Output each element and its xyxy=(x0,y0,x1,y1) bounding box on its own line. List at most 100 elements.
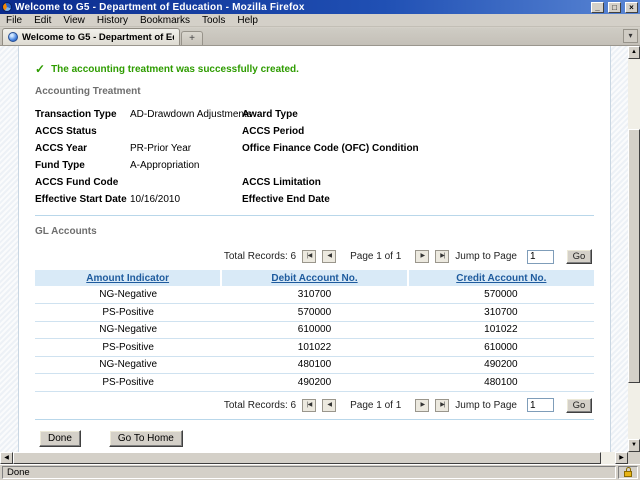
go-button[interactable]: Go xyxy=(566,398,592,413)
restore-button[interactable]: □ xyxy=(608,2,621,13)
vertical-scrollbar-thumb[interactable] xyxy=(628,129,640,383)
first-page-button[interactable]: |◀ xyxy=(302,399,316,412)
total-records-label: Total Records: 6 xyxy=(224,400,296,411)
last-page-button[interactable]: ▶| xyxy=(435,399,449,412)
section-title-gl-accounts: GL Accounts xyxy=(35,226,594,237)
field-value xyxy=(460,177,594,188)
field-label: ACCS Period xyxy=(242,126,460,137)
vertical-scrollbar[interactable]: ▲ ▼ xyxy=(628,46,640,452)
horizontal-scrollbar[interactable]: ◀ ▶ xyxy=(0,452,628,464)
field-value xyxy=(460,160,594,171)
menu-file[interactable]: File xyxy=(0,14,28,27)
cell-amount-indicator: PS-Positive xyxy=(35,374,221,392)
window-title: Welcome to G5 - Department of Education … xyxy=(15,2,587,13)
pagination-bottom: Total Records: 6 |◀ ◀ Page 1 of 1 ▶ ▶| J… xyxy=(35,398,592,413)
field-value: AD-Drawdown Adjustments xyxy=(130,109,242,120)
window-titlebar: Welcome to G5 - Department of Education … xyxy=(0,0,640,14)
field-value xyxy=(460,143,594,154)
column-header-credit-account[interactable]: Credit Account No. xyxy=(408,270,594,286)
tab-favicon-icon xyxy=(8,32,18,42)
field-label: ACCS Status xyxy=(35,126,130,137)
tab-active[interactable]: Welcome to G5 - Department of Edu... xyxy=(2,28,180,45)
secure-lock-icon xyxy=(618,466,638,479)
next-page-button[interactable]: ▶ xyxy=(415,250,429,263)
field-label: Effective Start Date xyxy=(35,194,130,205)
menu-view[interactable]: View xyxy=(57,14,91,27)
field-value xyxy=(130,126,242,137)
menu-bookmarks[interactable]: Bookmarks xyxy=(134,14,196,27)
success-text: The accounting treatment was successfull… xyxy=(51,64,299,75)
cell-credit-account: 480100 xyxy=(408,374,594,392)
firefox-icon xyxy=(2,2,12,12)
cell-debit-account: 310700 xyxy=(221,286,407,304)
field-value: PR-Prior Year xyxy=(130,143,242,154)
cell-credit-account: 570000 xyxy=(408,286,594,304)
menu-history[interactable]: History xyxy=(91,14,134,27)
gl-accounts-table: Amount Indicator Debit Account No. Credi… xyxy=(35,270,594,392)
table-row: PS-Positive 101022 610000 xyxy=(35,339,594,357)
menu-bar: File Edit View History Bookmarks Tools H… xyxy=(0,14,640,27)
status-text: Done xyxy=(2,466,616,479)
field-label: Office Finance Code (OFC) Condition xyxy=(242,143,460,154)
accounting-treatment-fields: Transaction Type AD-Drawdown Adjustments… xyxy=(35,109,594,205)
done-button[interactable]: Done xyxy=(39,430,81,447)
jump-to-page-input[interactable] xyxy=(527,398,554,412)
cell-amount-indicator: PS-Positive xyxy=(35,339,221,357)
jump-to-page-label: Jump to Page xyxy=(455,251,517,262)
field-label xyxy=(242,160,460,171)
tab-bar: Welcome to G5 - Department of Edu... + ▾ xyxy=(0,28,640,46)
field-value: 10/16/2010 xyxy=(130,194,242,205)
go-to-home-button[interactable]: Go To Home xyxy=(109,430,183,447)
check-icon: ✓ xyxy=(35,62,45,76)
field-value xyxy=(460,194,594,205)
table-row: NG-Negative 310700 570000 xyxy=(35,286,594,304)
page-count-label: Page 1 of 1 xyxy=(350,251,401,262)
page-count-label: Page 1 of 1 xyxy=(350,400,401,411)
page-viewport: ✓ The accounting treatment was successfu… xyxy=(0,46,628,452)
cell-credit-account: 310700 xyxy=(408,304,594,322)
field-value xyxy=(460,126,594,137)
scroll-left-icon[interactable]: ◀ xyxy=(0,452,13,464)
scroll-right-icon[interactable]: ▶ xyxy=(615,452,628,464)
first-page-button[interactable]: |◀ xyxy=(302,250,316,263)
new-tab-button[interactable]: + xyxy=(181,31,203,45)
scroll-down-icon[interactable]: ▼ xyxy=(628,439,640,452)
table-row: PS-Positive 490200 480100 xyxy=(35,374,594,392)
table-header-row: Amount Indicator Debit Account No. Credi… xyxy=(35,270,594,286)
field-value: A-Appropriation xyxy=(130,160,242,171)
table-row: NG-Negative 610000 101022 xyxy=(35,321,594,339)
table-row: NG-Negative 480100 490200 xyxy=(35,356,594,374)
cell-debit-account: 610000 xyxy=(221,321,407,339)
horizontal-scrollbar-thumb[interactable] xyxy=(13,452,601,464)
cell-amount-indicator: NG-Negative xyxy=(35,286,221,304)
menu-tools[interactable]: Tools xyxy=(196,14,231,27)
close-button[interactable]: × xyxy=(625,2,638,13)
cell-debit-account: 480100 xyxy=(221,356,407,374)
go-button[interactable]: Go xyxy=(566,249,592,264)
prev-page-button[interactable]: ◀ xyxy=(322,250,336,263)
menu-edit[interactable]: Edit xyxy=(28,14,57,27)
jump-to-page-label: Jump to Page xyxy=(455,400,517,411)
field-label: Transaction Type xyxy=(35,109,130,120)
scroll-up-icon[interactable]: ▲ xyxy=(628,46,640,59)
next-page-button[interactable]: ▶ xyxy=(415,399,429,412)
minimize-button[interactable]: _ xyxy=(591,2,604,13)
cell-credit-account: 490200 xyxy=(408,356,594,374)
cell-amount-indicator: PS-Positive xyxy=(35,304,221,322)
scrollbar-corner xyxy=(628,452,640,464)
field-label: ACCS Fund Code xyxy=(35,177,130,188)
cell-debit-account: 570000 xyxy=(221,304,407,322)
table-row: PS-Positive 570000 310700 xyxy=(35,304,594,322)
section-divider xyxy=(35,215,594,216)
column-header-debit-account[interactable]: Debit Account No. xyxy=(221,270,407,286)
field-label: Award Type xyxy=(242,109,460,120)
menu-help[interactable]: Help xyxy=(231,14,264,27)
column-header-amount-indicator[interactable]: Amount Indicator xyxy=(35,270,221,286)
status-bar: Done xyxy=(0,464,640,480)
jump-to-page-input[interactable] xyxy=(527,250,554,264)
tab-list-dropdown-icon[interactable]: ▾ xyxy=(623,29,638,43)
last-page-button[interactable]: ▶| xyxy=(435,250,449,263)
field-value xyxy=(130,177,242,188)
prev-page-button[interactable]: ◀ xyxy=(322,399,336,412)
cell-credit-account: 101022 xyxy=(408,321,594,339)
